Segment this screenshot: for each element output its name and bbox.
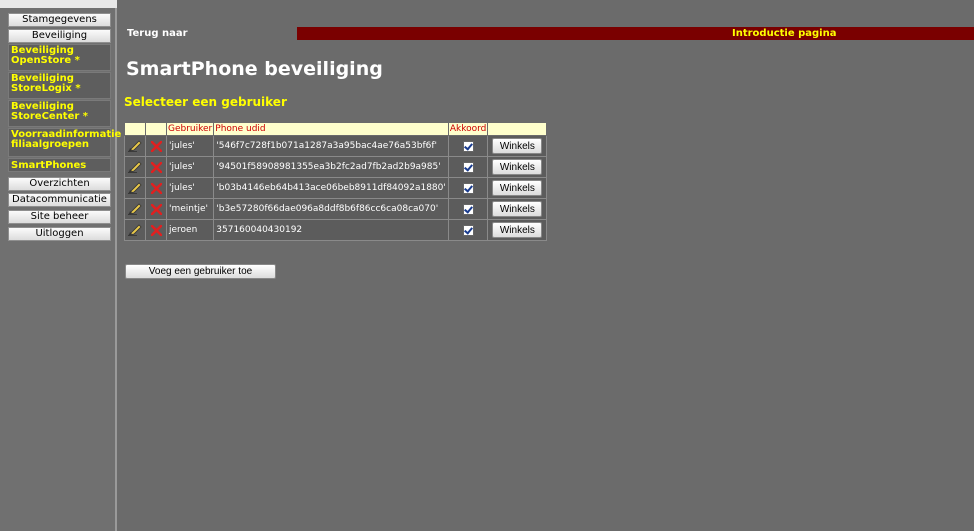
cell-actions: Winkels bbox=[487, 177, 548, 199]
table-row: 'jules' 'b03b4146eb64b413ace06beb8911df8… bbox=[124, 177, 548, 199]
sidebar-item-beveiliging-storelogix[interactable]: Beveiliging StoreLogix * bbox=[8, 72, 111, 99]
winkels-button[interactable]: Winkels bbox=[492, 159, 543, 175]
delete-x-icon[interactable] bbox=[150, 203, 162, 215]
sidebar-item-datacommunicatie[interactable]: Datacommunicatie bbox=[8, 193, 111, 207]
sidebar-item-stamgegevens[interactable]: Stamgegevens bbox=[8, 13, 111, 27]
winkels-button[interactable]: Winkels bbox=[492, 180, 543, 196]
cell-phone-udid: 'b03b4146eb64b413ace06beb8911df84092a188… bbox=[213, 177, 449, 199]
sidebar-item-beveiliging[interactable]: Beveiliging bbox=[8, 29, 111, 43]
winkels-button[interactable]: Winkels bbox=[492, 138, 543, 154]
akkoord-checkbox[interactable] bbox=[462, 203, 474, 215]
cell-actions: Winkels bbox=[487, 219, 548, 241]
sidebar-item-beveiliging-openstore[interactable]: Beveiliging OpenStore * bbox=[8, 44, 111, 71]
edit-cell[interactable] bbox=[124, 219, 146, 241]
delete-cell[interactable] bbox=[145, 135, 167, 157]
header-delete-col bbox=[145, 122, 167, 136]
delete-cell[interactable] bbox=[145, 219, 167, 241]
table-row: 'jules' '546f7c728f1b071a1287a3a95bac4ae… bbox=[124, 135, 548, 157]
table-row: 'meintje' 'b3e57280f66dae096a8ddf8b6f86c… bbox=[124, 198, 548, 220]
sidebar-item-voorraadinformatie[interactable]: Voorraadinformatie filiaalgroepen bbox=[8, 128, 121, 157]
edit-pencil-icon[interactable] bbox=[128, 203, 142, 215]
cell-actions: Winkels bbox=[487, 198, 548, 220]
cell-actions: Winkels bbox=[487, 156, 548, 178]
akkoord-checkbox[interactable] bbox=[462, 161, 474, 173]
table-row: 'jules' '94501f58908981355ea3b2fc2ad7fb2… bbox=[124, 156, 548, 178]
sidebar-item-smartphones[interactable]: SmartPhones bbox=[8, 158, 111, 172]
header-actions bbox=[487, 122, 548, 136]
edit-pencil-icon[interactable] bbox=[128, 161, 142, 173]
cell-akkoord bbox=[447, 198, 489, 220]
cell-phone-udid: '546f7c728f1b071a1287a3a95bac4ae76a53bf6… bbox=[213, 135, 449, 157]
winkels-button[interactable]: Winkels bbox=[492, 222, 543, 238]
cell-akkoord bbox=[447, 177, 489, 199]
delete-cell[interactable] bbox=[145, 177, 167, 199]
edit-cell[interactable] bbox=[124, 156, 146, 178]
cell-gebruiker: 'jules' bbox=[165, 156, 215, 178]
table-row: jeroen 357160040430192 Winkels bbox=[124, 219, 548, 241]
delete-cell[interactable] bbox=[145, 198, 167, 220]
akkoord-checkbox[interactable] bbox=[462, 182, 474, 194]
winkels-button[interactable]: Winkels bbox=[492, 201, 543, 217]
header-akkoord: Akkoord bbox=[447, 122, 489, 136]
header-phone-udid: Phone udid bbox=[213, 122, 449, 136]
users-table: Gebruiker Phone udid Akkoord 'jules' '54… bbox=[124, 122, 548, 241]
sidebar-item-site-beheer[interactable]: Site beheer bbox=[8, 210, 111, 224]
akkoord-checkbox[interactable] bbox=[462, 224, 474, 236]
page-title: SmartPhone beveiliging bbox=[126, 58, 383, 80]
page-subtitle: Selecteer een gebruiker bbox=[124, 95, 287, 109]
delete-x-icon[interactable] bbox=[150, 224, 162, 236]
delete-x-icon[interactable] bbox=[150, 161, 162, 173]
edit-cell[interactable] bbox=[124, 135, 146, 157]
edit-cell[interactable] bbox=[124, 177, 146, 199]
delete-x-icon[interactable] bbox=[150, 140, 162, 152]
header-edit-col bbox=[124, 122, 146, 136]
sidebar-item-uitloggen[interactable]: Uitloggen bbox=[8, 227, 111, 241]
cell-phone-udid: 357160040430192 bbox=[213, 219, 449, 241]
cell-gebruiker: 'jules' bbox=[165, 177, 215, 199]
sidebar-item-overzichten[interactable]: Overzichten bbox=[8, 177, 111, 191]
sidebar-top-strip bbox=[0, 0, 117, 8]
cell-actions: Winkels bbox=[487, 135, 548, 157]
cell-phone-udid: '94501f58908981355ea3b2fc2ad7fb2ad2b9a98… bbox=[213, 156, 449, 178]
cell-gebruiker: 'jules' bbox=[165, 135, 215, 157]
edit-pencil-icon[interactable] bbox=[128, 140, 142, 152]
cell-gebruiker: 'meintje' bbox=[165, 198, 215, 220]
add-user-button[interactable]: Voeg een gebruiker toe bbox=[125, 264, 276, 279]
intro-page-link[interactable]: Introductie pagina bbox=[297, 27, 974, 40]
edit-pencil-icon[interactable] bbox=[128, 182, 142, 194]
cell-akkoord bbox=[447, 135, 489, 157]
header-gebruiker: Gebruiker bbox=[165, 122, 215, 136]
cell-akkoord bbox=[447, 219, 489, 241]
back-link[interactable]: Terug naar bbox=[127, 28, 188, 39]
sidebar: Stamgegevens Beveiliging Beveiliging Ope… bbox=[0, 0, 121, 531]
cell-phone-udid: 'b3e57280f66dae096a8ddf8b6f86cc6ca08ca07… bbox=[213, 198, 449, 220]
sidebar-item-beveiliging-storecenter[interactable]: Beveiliging StoreCenter * bbox=[8, 100, 111, 127]
table-header-row: Gebruiker Phone udid Akkoord bbox=[124, 122, 548, 136]
cell-gebruiker: jeroen bbox=[165, 219, 215, 241]
delete-x-icon[interactable] bbox=[150, 182, 162, 194]
akkoord-checkbox[interactable] bbox=[462, 140, 474, 152]
edit-cell[interactable] bbox=[124, 198, 146, 220]
edit-pencil-icon[interactable] bbox=[128, 224, 142, 236]
cell-akkoord bbox=[447, 156, 489, 178]
delete-cell[interactable] bbox=[145, 156, 167, 178]
